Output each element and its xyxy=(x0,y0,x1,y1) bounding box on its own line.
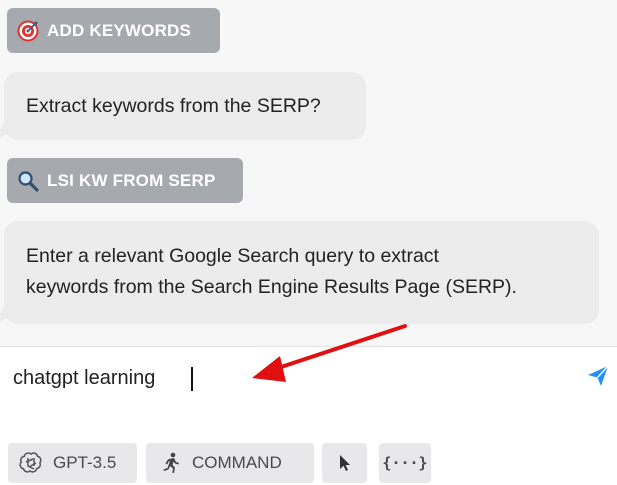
message-text-line: Enter a relevant Google Search query to … xyxy=(26,245,439,267)
lsi-kw-from-serp-chip[interactable]: LSI KW FROM SERP xyxy=(7,158,243,203)
running-person-icon xyxy=(160,452,182,474)
command-button[interactable]: COMMAND xyxy=(146,443,314,483)
model-label: GPT-3.5 xyxy=(53,453,117,472)
json-icon: {···} xyxy=(382,454,428,472)
lsi-chip-label: LSI KW FROM SERP xyxy=(47,170,216,190)
message-text: Extract keywords from the SERP? xyxy=(26,94,321,117)
send-icon xyxy=(586,364,610,388)
json-format-button[interactable]: {···} xyxy=(379,443,431,483)
magnifier-icon xyxy=(17,170,39,192)
add-keywords-chip[interactable]: ADD KEYWORDS xyxy=(7,8,220,53)
red-arrow-annotation xyxy=(252,324,407,382)
message-bubble: Extract keywords from the SERP? xyxy=(4,72,366,140)
target-icon xyxy=(17,20,39,42)
cursor-icon xyxy=(337,453,353,473)
cursor-button[interactable] xyxy=(322,443,367,483)
add-keywords-label: ADD KEYWORDS xyxy=(47,20,192,40)
send-button[interactable] xyxy=(585,363,611,389)
command-label: COMMAND xyxy=(192,453,282,472)
chat-area: ADD KEYWORDS Extract keywords from the S… xyxy=(0,0,617,346)
message-text-line: keywords from the Search Engine Results … xyxy=(26,276,517,298)
openai-icon xyxy=(19,451,43,475)
model-selector-button[interactable]: GPT-3.5 xyxy=(8,443,137,483)
text-caret xyxy=(191,367,193,391)
message-bubble: Enter a relevant Google Search query to … xyxy=(4,221,599,324)
